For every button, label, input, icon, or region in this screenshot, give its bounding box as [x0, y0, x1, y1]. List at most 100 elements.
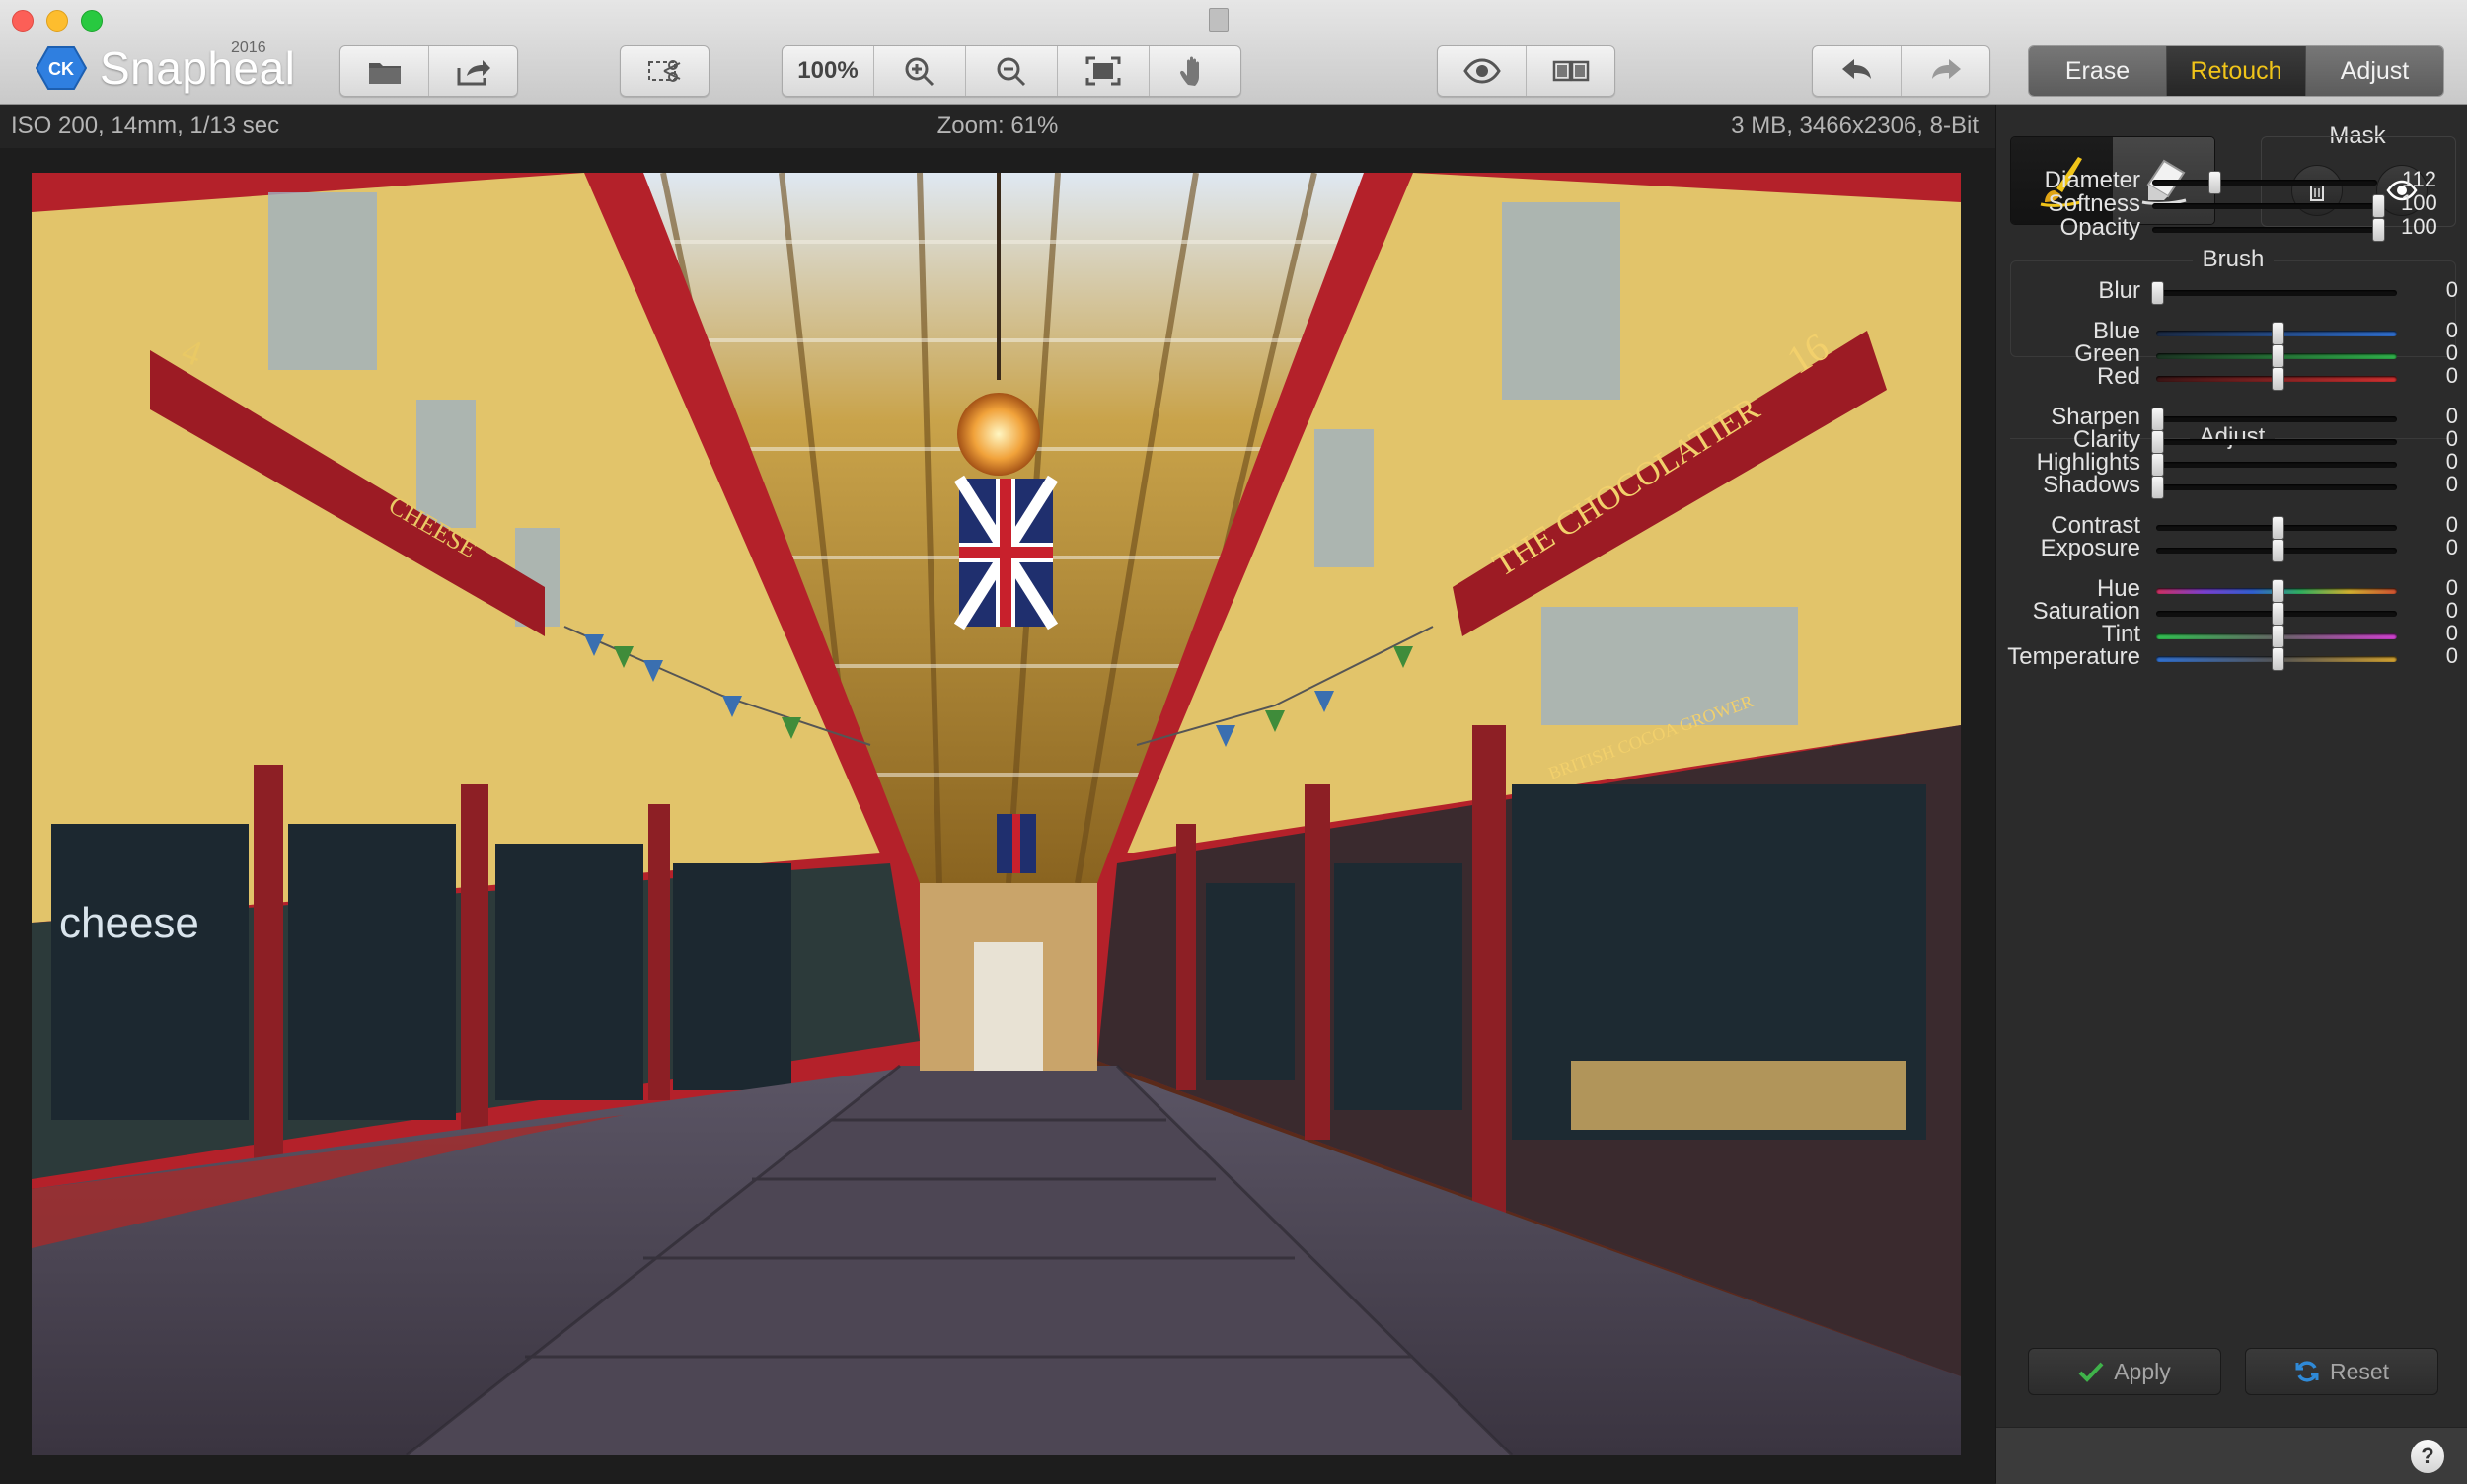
retouch-panel: Mask Brush Diameter 112 Softness 100 Opacity…: [1995, 105, 2467, 1484]
slider-opacity: Opacity 100: [1996, 211, 2467, 245]
apply-button[interactable]: Apply: [2028, 1348, 2221, 1395]
green-slider-track[interactable]: [2156, 344, 2397, 368]
reset-label: Reset: [2329, 1358, 2390, 1384]
panel-footer: ?: [1996, 1427, 2467, 1484]
mode-tabs: Erase Retouch Adjust: [2028, 45, 2444, 97]
tab-erase[interactable]: Erase: [2029, 46, 2167, 96]
crop-icon: [647, 60, 680, 82]
slider-label: Shadows: [2043, 472, 2140, 498]
hue-slider-track[interactable]: [2156, 579, 2397, 603]
photo-leadenhall-market[interactable]: CHEESE THE CHOCOLATIER 16 BRITISH COCOA …: [32, 173, 1961, 1455]
slider-label: Blur: [2098, 277, 2140, 304]
app-year: 2016: [231, 39, 266, 56]
redo-icon: [1931, 59, 1961, 79]
checkmark-icon: [2078, 1362, 2104, 1382]
slider-value: 100: [2401, 214, 2437, 239]
open-icon: [368, 63, 401, 84]
compare-button[interactable]: [1527, 46, 1614, 96]
opacity-slider-track[interactable]: [2152, 218, 2385, 242]
tab-adjust[interactable]: Adjust: [2306, 46, 2443, 96]
union-jack-flag: [953, 475, 1059, 631]
app-logo-icon: CK: [36, 46, 87, 90]
slider-red: Red 0: [1996, 360, 2467, 394]
softness-slider-track[interactable]: [2152, 194, 2385, 218]
sign-cheese-window: cheese: [59, 899, 199, 947]
exif-info: ISO 200, 14mm, 1/13 sec: [11, 112, 280, 139]
slider-exposure: Exposure 0: [1996, 532, 2467, 565]
zoom-in-button[interactable]: [874, 46, 966, 96]
history-button-group: [1812, 45, 1990, 97]
undo-button[interactable]: [1813, 46, 1902, 96]
temperature-slider-knob[interactable]: [2272, 647, 2284, 671]
blur-slider-knob[interactable]: [2151, 281, 2164, 305]
crop-button-group: [620, 45, 710, 97]
fit-screen-button[interactable]: [1058, 46, 1150, 96]
share-icon: [457, 60, 490, 86]
hand-icon: [1180, 56, 1199, 86]
window-zoom-button[interactable]: [81, 10, 103, 32]
highlights-slider-track[interactable]: [2151, 453, 2397, 477]
window-minimize-button[interactable]: [46, 10, 68, 32]
slider-value: 0: [2445, 363, 2458, 388]
reset-icon: [2295, 1361, 2319, 1382]
zoom-readout: Zoom: 61%: [936, 112, 1059, 139]
share-button[interactable]: [429, 46, 517, 96]
reset-button[interactable]: Reset: [2245, 1348, 2438, 1395]
slider-shadows: Shadows 0: [1996, 469, 2467, 502]
contrast-slider-track[interactable]: [2156, 516, 2397, 540]
red-slider-track[interactable]: [2156, 367, 2397, 391]
slider-blur: Blur 0: [1996, 274, 2467, 308]
compare-icon: [1552, 60, 1589, 82]
exposure-slider-knob[interactable]: [2272, 539, 2284, 562]
view-button-group: [1437, 45, 1615, 97]
red-slider-knob[interactable]: [2272, 367, 2284, 391]
file-button-group: [339, 45, 518, 97]
exposure-slider-track[interactable]: [2156, 539, 2397, 562]
image-canvas[interactable]: CHEESE THE CHOCOLATIER 16 BRITISH COCOA …: [0, 148, 1995, 1483]
sharpen-slider-track[interactable]: [2151, 408, 2397, 431]
toolbar: CK Snapheal 2016 100% Erase Retouch Adju…: [0, 0, 2467, 105]
slider-label: Temperature: [2007, 643, 2140, 670]
window-close-button[interactable]: [12, 10, 34, 32]
slider-value: 0: [2445, 472, 2458, 496]
help-button[interactable]: ?: [2411, 1440, 2444, 1473]
slider-value: 0: [2445, 643, 2458, 668]
zoom-100-button[interactable]: 100%: [783, 46, 874, 96]
zoom-button-group: 100%: [782, 45, 1241, 97]
brush-section-title: Brush: [2011, 246, 2455, 273]
slider-temperature: Temperature 0: [1996, 640, 2467, 674]
slider-value: 0: [2445, 535, 2458, 559]
blue-slider-track[interactable]: [2156, 322, 2397, 345]
open-button[interactable]: [340, 46, 429, 96]
undo-icon: [1841, 59, 1871, 79]
diameter-slider-track[interactable]: [2152, 171, 2377, 194]
tab-retouch[interactable]: Retouch: [2167, 46, 2306, 96]
info-bar: Zoom: 61% ISO 200, 14mm, 1/13 sec 3 MB, …: [0, 105, 1995, 148]
redo-button[interactable]: [1902, 46, 1989, 96]
slider-value: 0: [2445, 277, 2458, 302]
document-icon: [1209, 8, 1229, 32]
opacity-slider-knob[interactable]: [2372, 218, 2385, 242]
slider-label: Red: [2096, 363, 2140, 390]
crop-button[interactable]: [621, 46, 709, 96]
shadows-slider-track[interactable]: [2151, 476, 2397, 499]
preview-eye-icon: [1462, 58, 1501, 84]
file-info: 3 MB, 3466x2306, 8-Bit: [1731, 112, 1979, 139]
brush-title-text: Brush: [2192, 246, 2275, 272]
zoom-out-icon: [997, 57, 1026, 87]
hand-button[interactable]: [1150, 46, 1240, 96]
slider-label: Exposure: [2040, 535, 2140, 561]
shadows-slider-knob[interactable]: [2151, 476, 2164, 499]
zoom-out-button[interactable]: [966, 46, 1058, 96]
slider-label: Opacity: [2059, 214, 2140, 241]
blur-slider-track[interactable]: [2151, 281, 2397, 305]
logo-text: CK: [48, 59, 74, 79]
zoom-in-icon: [905, 57, 934, 87]
preview-button[interactable]: [1438, 46, 1527, 96]
temperature-slider-track[interactable]: [2156, 647, 2397, 671]
apply-label: Apply: [2114, 1358, 2171, 1384]
fit-screen-icon: [1085, 56, 1121, 86]
clarity-slider-track[interactable]: [2151, 430, 2397, 454]
saturation-slider-track[interactable]: [2156, 602, 2397, 626]
tint-slider-track[interactable]: [2156, 625, 2397, 648]
